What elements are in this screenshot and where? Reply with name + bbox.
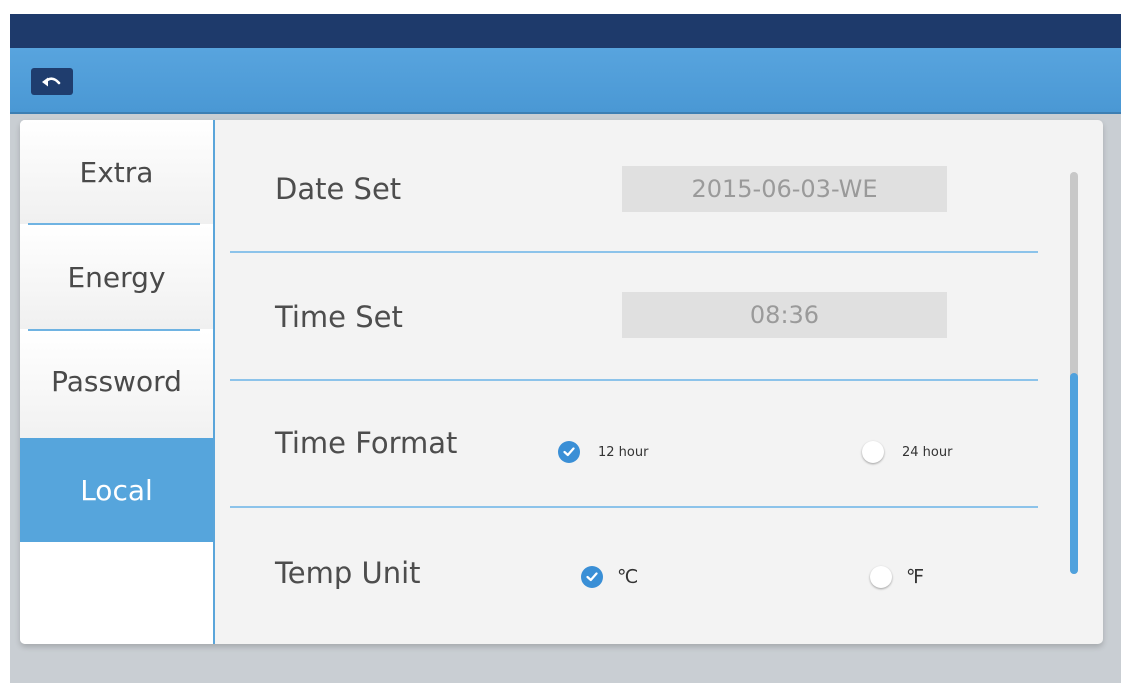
sidebar-item-energy[interactable]: Energy — [20, 225, 213, 329]
row-divider — [230, 379, 1038, 381]
row-divider — [230, 251, 1038, 253]
top-status-strip — [10, 14, 1121, 48]
time-format-24-hour-radio[interactable]: 24 hour — [862, 441, 952, 463]
header-bar — [10, 48, 1121, 114]
radio-label: 24 hour — [902, 444, 953, 460]
radio-label: ℃ — [617, 566, 639, 588]
settings-panel: Extra Energy Password Local Date Set 201… — [20, 120, 1103, 644]
sidebar-item-label: Extra — [79, 155, 154, 189]
checkmark-icon — [558, 441, 580, 463]
radio-unchecked-icon — [862, 441, 884, 463]
time-set-label: Time Set — [275, 300, 403, 334]
time-set-field[interactable]: 08:36 — [622, 292, 947, 338]
back-arrow-icon — [42, 76, 61, 86]
sidebar-item-label: Password — [51, 365, 182, 398]
sidebar: Extra Energy Password Local — [20, 120, 215, 644]
sidebar-item-password[interactable]: Password — [20, 331, 213, 448]
radio-label: 12 hour — [598, 444, 649, 460]
time-format-12-hour-radio[interactable]: 12 hour — [558, 441, 648, 463]
sidebar-item-local[interactable]: Local — [20, 438, 213, 542]
sidebar-item-label: Energy — [67, 260, 166, 294]
temp-unit-fahrenheit-radio[interactable]: ℉ — [870, 566, 924, 588]
date-set-label: Date Set — [275, 172, 402, 206]
time-format-label: Time Format — [275, 426, 458, 460]
row-divider — [230, 506, 1038, 508]
radio-unchecked-icon — [870, 566, 892, 588]
settings-content: Date Set 2015-06-03-WE Time Set 08:36 Ti… — [215, 120, 1103, 644]
radio-label: ℉ — [906, 566, 925, 588]
sidebar-item-label: Local — [80, 473, 153, 507]
scrollbar[interactable] — [1070, 172, 1078, 574]
date-set-field[interactable]: 2015-06-03-WE — [622, 166, 947, 212]
back-button[interactable] — [31, 68, 73, 95]
temp-unit-label: Temp Unit — [275, 556, 421, 590]
scrollbar-thumb[interactable] — [1070, 373, 1078, 574]
checkmark-icon — [581, 566, 603, 588]
sidebar-item-extra[interactable]: Extra — [20, 120, 213, 224]
temp-unit-celsius-radio[interactable]: ℃ — [581, 566, 638, 588]
